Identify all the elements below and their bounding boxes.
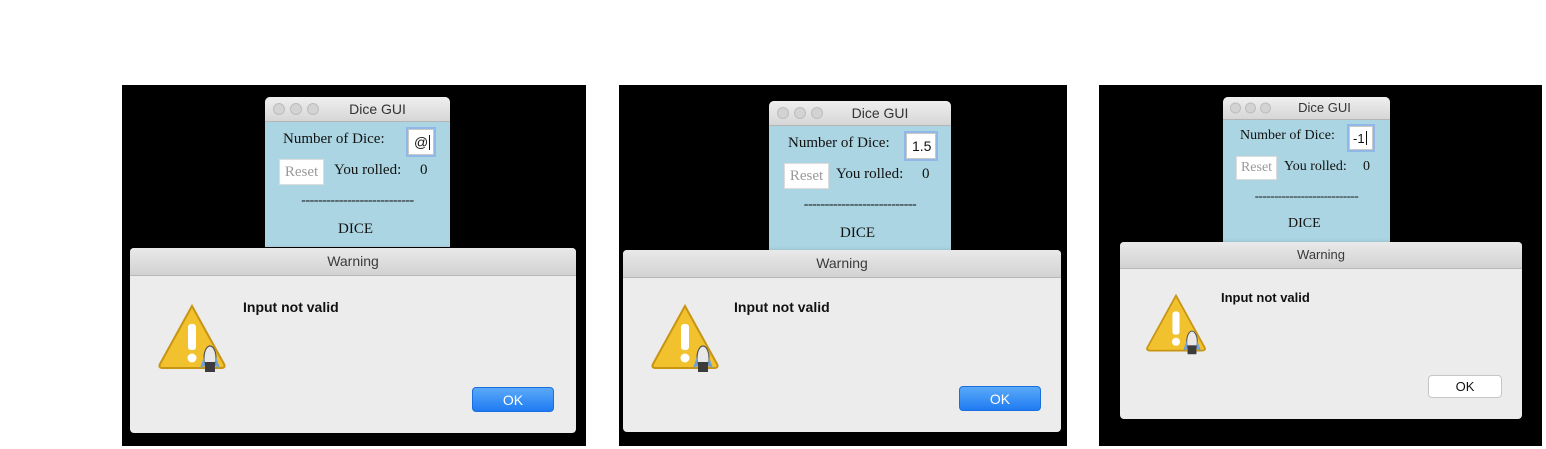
separator-line: ---------------------------: [301, 193, 414, 208]
warning-icon: [651, 303, 719, 372]
reset-button[interactable]: Reset: [784, 163, 829, 189]
dialog-titlebar: Warning: [623, 250, 1061, 278]
window-titlebar: Dice GUI: [1223, 97, 1390, 120]
minimize-window-button[interactable]: [290, 103, 302, 115]
close-window-button[interactable]: [777, 107, 789, 119]
number-of-dice-value: 1.5: [912, 138, 932, 154]
rolled-value: 0: [1363, 159, 1370, 174]
window-title: Dice GUI: [1298, 100, 1351, 115]
reset-button[interactable]: Reset: [279, 159, 324, 185]
minimize-window-button[interactable]: [1245, 102, 1256, 114]
reset-label: Reset: [789, 167, 824, 184]
close-window-button[interactable]: [273, 103, 285, 115]
number-of-dice-input[interactable]: 1.5: [906, 133, 936, 159]
warning-icon: [158, 303, 226, 372]
number-of-dice-value: -1: [1353, 130, 1365, 146]
reset-label: Reset: [284, 163, 319, 180]
warning-message: Input not valid: [734, 299, 830, 315]
number-of-dice-label: Number of Dice:: [788, 135, 890, 151]
number-of-dice-label: Number of Dice:: [283, 131, 385, 147]
number-of-dice-label: Number of Dice:: [1240, 128, 1335, 143]
warning-dialog: Warning Input not valid OK: [623, 250, 1061, 432]
you-rolled-label: You rolled:: [1284, 159, 1347, 174]
dialog-title: Warning: [327, 253, 379, 269]
screenshot-panel-1: Dice GUI Number of Dice: @ Reset You rol…: [122, 85, 586, 446]
dice-gui-window: Dice GUI Number of Dice: 1.5 Reset You r…: [769, 101, 951, 251]
number-of-dice-value: @: [414, 134, 429, 150]
number-of-dice-input[interactable]: @: [408, 129, 434, 155]
dialog-title: Warning: [1297, 247, 1345, 262]
window-title: Dice GUI: [851, 105, 909, 121]
you-rolled-label: You rolled:: [836, 166, 904, 182]
zoom-window-button[interactable]: [811, 107, 823, 119]
dialog-titlebar: Warning: [130, 248, 576, 276]
rolled-value: 0: [922, 166, 930, 182]
ok-button[interactable]: OK: [959, 386, 1041, 411]
warning-message: Input not valid: [1221, 290, 1310, 305]
zoom-window-button[interactable]: [307, 103, 319, 115]
reset-button[interactable]: Reset: [1236, 156, 1277, 180]
ok-button[interactable]: OK: [472, 387, 554, 412]
warning-icon: [1146, 293, 1206, 355]
you-rolled-label: You rolled:: [334, 162, 402, 178]
dialog-title: Warning: [816, 255, 868, 271]
dice-gui-window: Dice GUI Number of Dice: -1 Reset You ro…: [1223, 97, 1390, 242]
ok-label: OK: [989, 390, 1011, 407]
warning-message: Input not valid: [243, 299, 339, 315]
close-window-button[interactable]: [1230, 102, 1241, 114]
dice-display-label: DICE: [840, 225, 875, 241]
warning-dialog: Warning Input not valid OK: [1120, 242, 1522, 419]
reset-label: Reset: [1240, 160, 1273, 175]
window-titlebar: Dice GUI: [769, 101, 951, 126]
minimize-window-button[interactable]: [794, 107, 806, 119]
screenshot-panel-3: Dice GUI Number of Dice: -1 Reset You ro…: [1099, 85, 1542, 446]
zoom-window-button[interactable]: [1260, 102, 1271, 114]
dice-gui-window: Dice GUI Number of Dice: @ Reset You rol…: [265, 97, 450, 247]
dialog-titlebar: Warning: [1120, 242, 1522, 269]
window-title: Dice GUI: [349, 101, 406, 117]
separator-line: ---------------------------: [803, 197, 917, 212]
ok-label: OK: [502, 391, 524, 408]
separator-line: ---------------------------: [1254, 188, 1359, 203]
rolled-value: 0: [420, 162, 428, 178]
ok-button[interactable]: OK: [1428, 375, 1502, 398]
warning-dialog: Warning Input not valid OK: [130, 248, 576, 433]
dice-display-label: DICE: [338, 221, 373, 237]
ok-label: OK: [1455, 379, 1475, 394]
number-of-dice-input[interactable]: -1: [1349, 126, 1373, 150]
screenshot-panel-2: Dice GUI Number of Dice: 1.5 Reset You r…: [619, 85, 1067, 446]
window-titlebar: Dice GUI: [265, 97, 450, 122]
dice-display-label: DICE: [1288, 216, 1321, 231]
